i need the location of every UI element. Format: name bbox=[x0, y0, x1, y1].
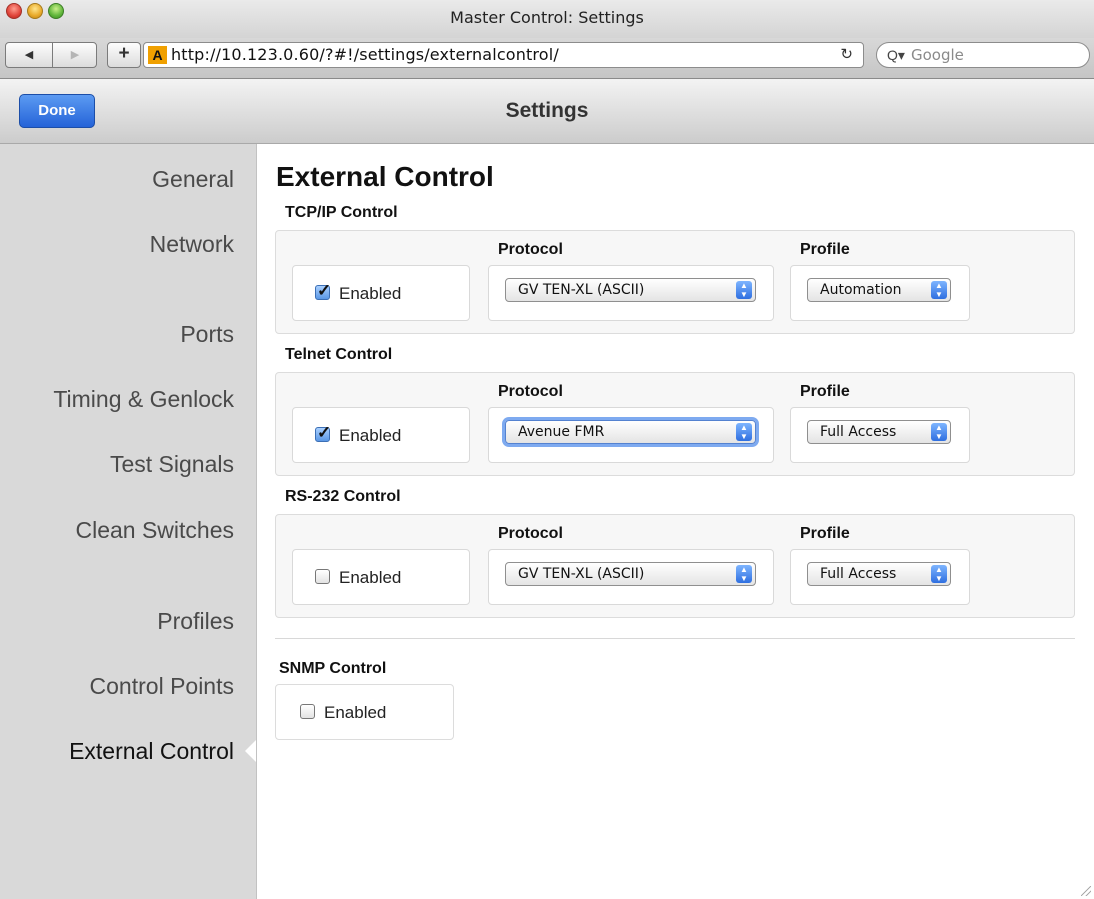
address-bar[interactable]: A http://10.123.0.60/?#!/settings/extern… bbox=[143, 42, 864, 68]
telnet-profile-value: Full Access bbox=[820, 424, 897, 440]
rs232-enabled-box: Enabled bbox=[292, 549, 470, 605]
select-arrows-icon: ▲ ▼ bbox=[736, 281, 752, 299]
rs232-protocol-box: GV TEN-XL (ASCII) ▲ ▼ bbox=[488, 549, 774, 605]
snmp-section-title: SNMP Control bbox=[279, 660, 387, 677]
telnet-protocol-box: Avenue FMR ▲ ▼ bbox=[488, 407, 774, 463]
telnet-protocol-value: Avenue FMR bbox=[518, 424, 605, 440]
telnet-profile-box: Full Access ▲ ▼ bbox=[790, 407, 970, 463]
sidebar-item-clean-switches[interactable]: Clean Switches bbox=[75, 517, 234, 544]
page-title: External Control bbox=[276, 161, 494, 192]
rs232-profile-label: Profile bbox=[800, 525, 850, 542]
browser-toolbar: ◀ ▶ + A http://10.123.0.60/?#!/settings/… bbox=[0, 38, 1094, 79]
selected-item-indicator bbox=[245, 740, 256, 762]
rs232-protocol-value: GV TEN-XL (ASCII) bbox=[518, 566, 645, 582]
back-arrow-icon: ◀ bbox=[24, 49, 34, 61]
select-arrows-icon: ▲ ▼ bbox=[931, 423, 947, 441]
telnet-enabled-label: Enabled bbox=[339, 426, 402, 445]
rs232-protocol-select[interactable]: GV TEN-XL (ASCII) ▲ ▼ bbox=[505, 562, 756, 586]
checkmark-icon: ✓ bbox=[317, 281, 332, 300]
window-title: Master Control: Settings bbox=[450, 8, 644, 27]
done-button[interactable]: Done bbox=[19, 94, 95, 128]
window-resize-grip[interactable] bbox=[1081, 886, 1091, 896]
tcpip-profile-select[interactable]: Automation ▲ ▼ bbox=[807, 278, 951, 302]
telnet-protocol-select[interactable]: Avenue FMR ▲ ▼ bbox=[505, 420, 756, 444]
window-titlebar: Master Control: Settings bbox=[0, 0, 1094, 38]
search-icon[interactable]: Q▾ bbox=[887, 43, 905, 67]
rs232-control-panel: Enabled Protocol GV TEN-XL (ASCII) ▲ ▼ Pr… bbox=[275, 514, 1075, 618]
sidebar-item-profiles[interactable]: Profiles bbox=[157, 608, 234, 635]
rs232-enabled-label: Enabled bbox=[339, 568, 402, 587]
tcpip-profile-box: Automation ▲ ▼ bbox=[790, 265, 970, 321]
settings-content: External Control TCP/IP Control ✓ Enable… bbox=[257, 144, 1094, 899]
telnet-profile-label: Profile bbox=[800, 383, 850, 400]
tcpip-section-title: TCP/IP Control bbox=[285, 204, 398, 221]
add-bookmark-button[interactable]: + bbox=[107, 42, 141, 68]
rs232-protocol-label: Protocol bbox=[498, 525, 563, 542]
telnet-protocol-label: Protocol bbox=[498, 383, 563, 400]
search-placeholder: Google bbox=[911, 46, 964, 64]
tcpip-enabled-label: Enabled bbox=[339, 284, 402, 303]
tcpip-protocol-box: GV TEN-XL (ASCII) ▲ ▼ bbox=[488, 265, 774, 321]
reload-icon[interactable]: ↻ bbox=[840, 43, 853, 67]
select-arrows-icon: ▲ ▼ bbox=[736, 565, 752, 583]
telnet-profile-select[interactable]: Full Access ▲ ▼ bbox=[807, 420, 951, 444]
rs232-section-title: RS-232 Control bbox=[285, 488, 401, 505]
site-favicon-icon: A bbox=[148, 46, 167, 64]
app-header: Settings Done bbox=[0, 79, 1094, 144]
sidebar-item-test-signals[interactable]: Test Signals bbox=[110, 451, 234, 478]
section-divider bbox=[275, 638, 1075, 639]
tcpip-profile-value: Automation bbox=[820, 282, 902, 298]
telnet-control-panel: ✓ Enabled Protocol Avenue FMR ▲ ▼ Profile… bbox=[275, 372, 1075, 476]
settings-sidebar: General Network Ports Timing & Genlock T… bbox=[0, 144, 257, 899]
tcpip-control-panel: ✓ Enabled Protocol GV TEN-XL (ASCII) ▲ ▼ … bbox=[275, 230, 1075, 334]
rs232-profile-box: Full Access ▲ ▼ bbox=[790, 549, 970, 605]
rs232-profile-value: Full Access bbox=[820, 566, 897, 582]
tcpip-enabled-checkbox[interactable]: ✓ bbox=[315, 281, 331, 300]
url-text[interactable]: http://10.123.0.60/?#!/settings/external… bbox=[171, 43, 559, 67]
sidebar-item-timing-genlock[interactable]: Timing & Genlock bbox=[53, 386, 234, 413]
select-arrows-icon: ▲ ▼ bbox=[736, 423, 752, 441]
snmp-enabled-checkbox[interactable] bbox=[300, 704, 315, 719]
telnet-enabled-box: ✓ Enabled bbox=[292, 407, 470, 463]
tcpip-protocol-select[interactable]: GV TEN-XL (ASCII) ▲ ▼ bbox=[505, 278, 756, 302]
tcpip-protocol-label: Protocol bbox=[498, 241, 563, 258]
telnet-enabled-checkbox[interactable]: ✓ bbox=[315, 423, 331, 442]
sidebar-item-external-control[interactable]: External Control bbox=[69, 738, 234, 765]
page-header-title: Settings bbox=[505, 99, 589, 122]
checkmark-icon: ✓ bbox=[317, 423, 332, 442]
search-input[interactable]: Q▾ Google bbox=[876, 42, 1090, 68]
telnet-section-title: Telnet Control bbox=[285, 346, 393, 363]
back-button[interactable]: ◀ bbox=[6, 43, 53, 67]
select-arrows-icon: ▲ ▼ bbox=[931, 565, 947, 583]
tcpip-enabled-box: ✓ Enabled bbox=[292, 265, 470, 321]
forward-button[interactable]: ▶ bbox=[52, 43, 98, 67]
rs232-profile-select[interactable]: Full Access ▲ ▼ bbox=[807, 562, 951, 586]
rs232-enabled-checkbox[interactable] bbox=[315, 569, 330, 584]
snmp-enabled-label: Enabled bbox=[324, 703, 387, 722]
sidebar-item-network[interactable]: Network bbox=[150, 231, 234, 258]
plus-icon: + bbox=[118, 43, 130, 64]
tcpip-protocol-value: GV TEN-XL (ASCII) bbox=[518, 282, 645, 298]
sidebar-item-control-points[interactable]: Control Points bbox=[90, 673, 234, 700]
forward-arrow-icon: ▶ bbox=[70, 49, 80, 61]
sidebar-item-ports[interactable]: Ports bbox=[180, 321, 234, 348]
history-nav-group: ◀ ▶ bbox=[5, 42, 97, 68]
snmp-enabled-box: Enabled bbox=[275, 684, 454, 740]
sidebar-item-general[interactable]: General bbox=[152, 166, 234, 193]
select-arrows-icon: ▲ ▼ bbox=[931, 281, 947, 299]
tcpip-profile-label: Profile bbox=[800, 241, 850, 258]
